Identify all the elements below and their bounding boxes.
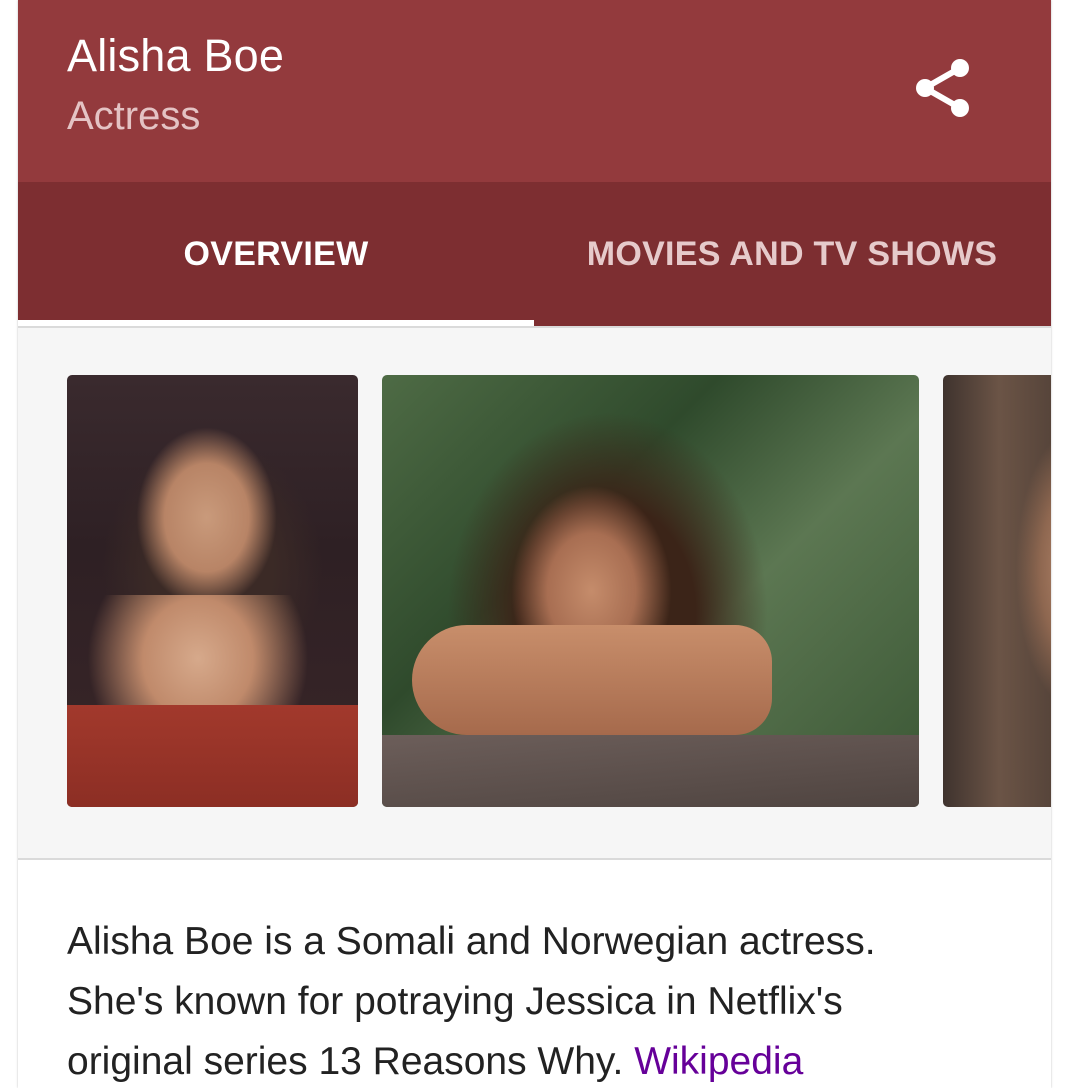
tab-movies-and-tv-shows[interactable]: MOVIES AND TV SHOWS <box>534 182 1050 326</box>
share-icon[interactable] <box>910 55 976 121</box>
knowledge-panel-card: Alisha Boe Actress OVERVIEW MOVIES AND T… <box>18 0 1051 1088</box>
photo-2-rail <box>382 735 919 807</box>
wikipedia-link[interactable]: Wikipedia <box>634 1040 803 1083</box>
entity-title: Alisha Boe <box>67 30 285 81</box>
image-carousel[interactable] <box>18 326 1051 860</box>
photo-2-detail <box>412 625 772 735</box>
tab-bar: OVERVIEW MOVIES AND TV SHOWS <box>18 182 1051 326</box>
photo-1-dress <box>67 705 358 807</box>
tab-overview[interactable]: OVERVIEW <box>18 182 534 326</box>
panel-header: Alisha Boe Actress <box>18 0 1051 182</box>
entity-subtitle: Actress <box>67 94 201 138</box>
photo-3[interactable] <box>943 375 1051 807</box>
entity-description: Alisha Boe is a Somali and Norwegian act… <box>67 912 967 1088</box>
photo-1[interactable] <box>67 375 358 807</box>
photo-2[interactable] <box>382 375 919 807</box>
